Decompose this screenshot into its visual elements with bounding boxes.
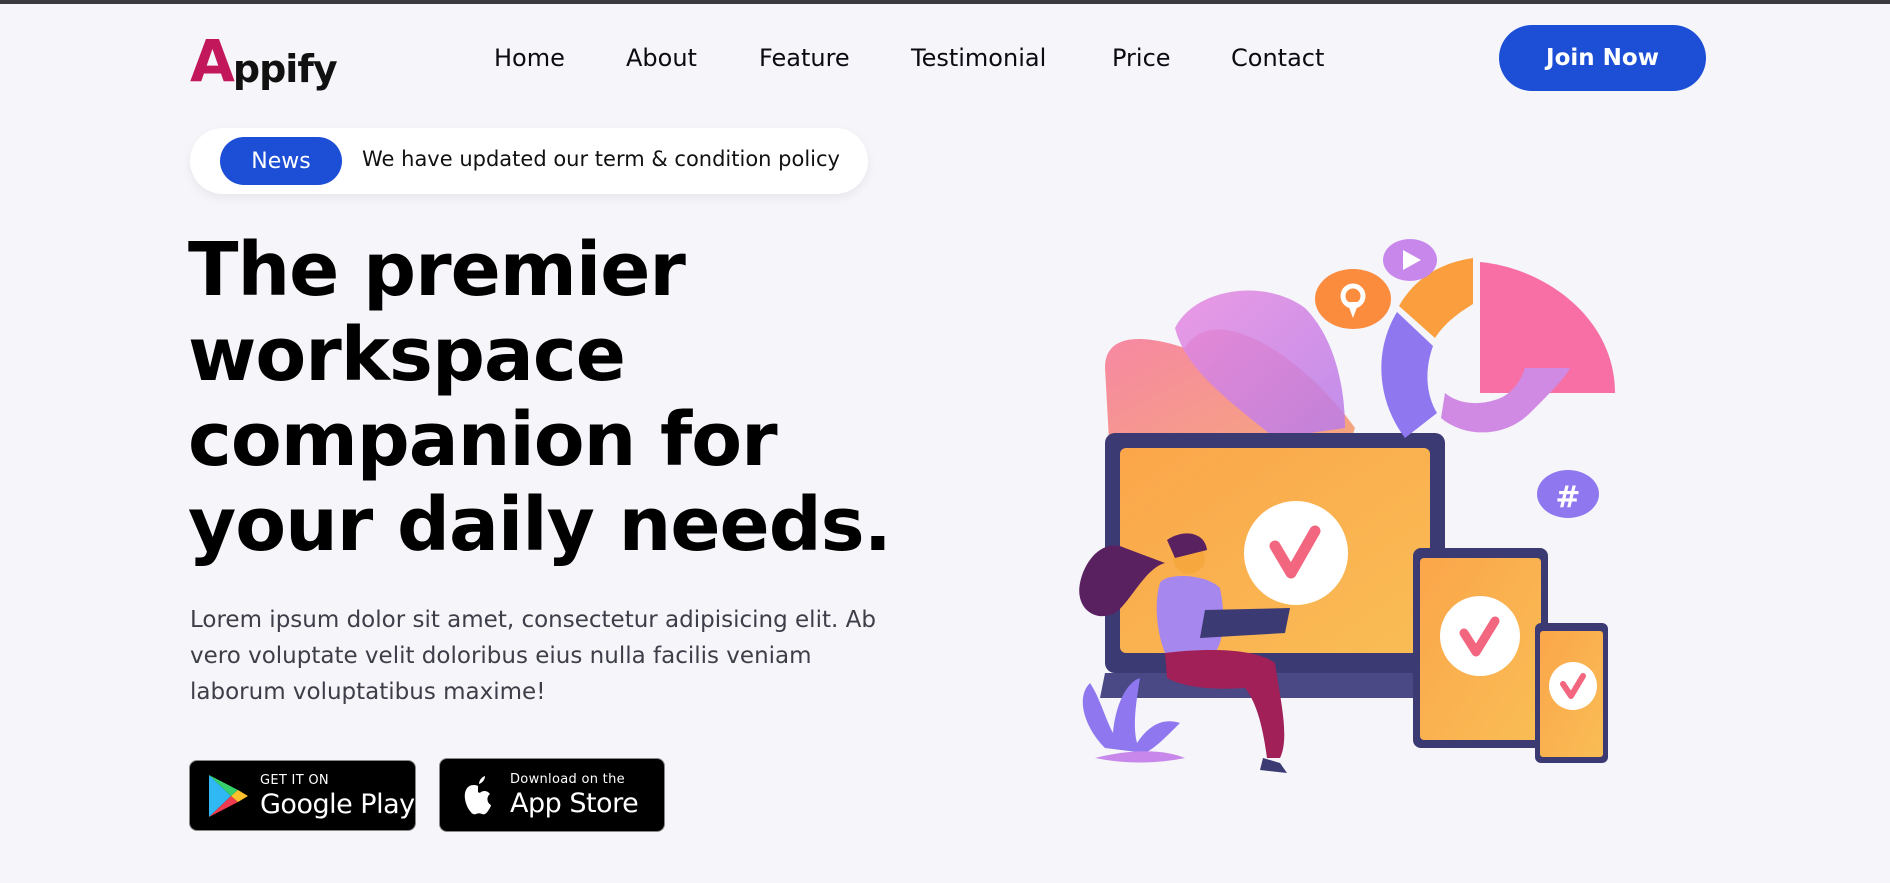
- hero-title: The premier workspace companion for your…: [188, 227, 892, 568]
- app-store-button[interactable]: Download on the App Store: [439, 758, 665, 832]
- apple-icon: [456, 773, 500, 817]
- join-now-button[interactable]: Join Now: [1499, 25, 1706, 91]
- brand-logo[interactable]: A ppify: [190, 27, 338, 95]
- hero-title-line: The premier: [188, 227, 686, 313]
- logo-initial: A: [190, 27, 235, 95]
- hero-title-line: workspace: [188, 312, 626, 398]
- hero-illustration: #: [1079, 239, 1615, 773]
- news-badge[interactable]: News: [220, 137, 342, 185]
- news-banner: News We have updated our term & conditio…: [190, 128, 868, 194]
- hero-title-line: your daily needs.: [188, 482, 892, 568]
- google-play-small-text: GET IT ON: [260, 772, 329, 788]
- logo-text: ppify: [232, 47, 338, 91]
- nav-about[interactable]: About: [626, 40, 697, 76]
- hero-description: Lorem ipsum dolor sit amet, consectetur …: [190, 607, 876, 705]
- news-text: We have updated our term & condition pol…: [362, 147, 840, 171]
- nav-contact[interactable]: Contact: [1231, 40, 1324, 76]
- nav-home[interactable]: Home: [494, 40, 565, 76]
- window-top-border: [0, 0, 1890, 4]
- app-store-small-text: Download on the: [510, 772, 625, 787]
- nav-price[interactable]: Price: [1112, 40, 1171, 76]
- app-store-big-text: App Store: [510, 788, 639, 819]
- nav-testimonial[interactable]: Testimonial: [911, 40, 1046, 76]
- google-play-button[interactable]: GET IT ON Google Play: [189, 760, 416, 831]
- nav-feature[interactable]: Feature: [759, 40, 850, 76]
- google-play-icon: [206, 774, 250, 818]
- google-play-big-text: Google Play: [260, 788, 415, 820]
- svg-text:#: #: [1555, 480, 1580, 515]
- hero-title-line: companion for: [188, 397, 778, 483]
